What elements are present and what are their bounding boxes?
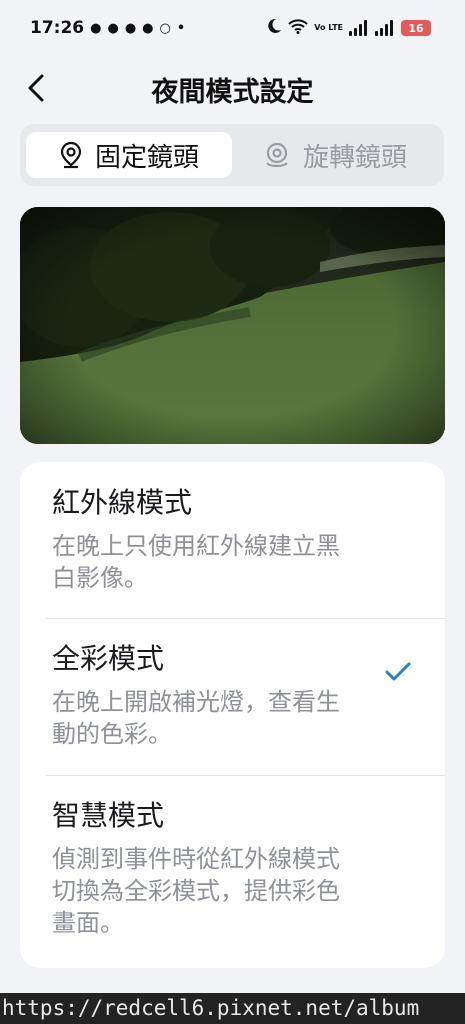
mode-option-infrared[interactable]: 紅外線模式 在晚上只使用紅外線建立黑 白影像。 [20, 484, 445, 618]
tab-fixed-camera-label: 固定鏡頭 [94, 142, 199, 173]
divider [46, 618, 445, 619]
status-bar: 17:26 ● ● ● ● ○ • Vo LTE 16 [0, 0, 465, 56]
mode-description: 在晚上開啟補光燈，查看生 動的色彩。 [52, 686, 413, 750]
mode-desc-line: 動的色彩。 [52, 720, 172, 748]
rotating-camera-icon [266, 142, 288, 168]
tab-fixed-camera[interactable]: 固定鏡頭 [26, 132, 232, 178]
mode-desc-line: 在晚上開啟補光燈，查看生 [52, 688, 340, 716]
camera-preview-image [20, 207, 445, 444]
checkmark-icon [385, 662, 411, 681]
status-right: Vo LTE 16 [266, 18, 431, 39]
messenger-icon: ● [142, 20, 154, 36]
page-title: 夜間模式設定 [151, 77, 314, 108]
mode-desc-line: 白影像。 [52, 564, 148, 592]
divider [46, 775, 445, 776]
facebook-icon: ● [90, 20, 102, 36]
signal-bars-icon [349, 20, 369, 36]
mode-title: 全彩模式 [52, 642, 165, 675]
mode-description: 偵測到事件時從紅外線模式 切換為全彩模式，提供彩色 畫面。 [52, 843, 413, 939]
volte-icon: Vo LTE [314, 23, 343, 32]
mode-option-smart[interactable]: 智慧模式 偵測到事件時從紅外線模式 切換為全彩模式，提供彩色 畫面。 [20, 797, 445, 967]
user-add-icon: ● [107, 20, 119, 36]
mode-title: 紅外線模式 [52, 486, 193, 519]
camera-type-tabs: 固定鏡頭 旋轉鏡頭 [20, 124, 444, 186]
tab-rotating-camera-label: 旋轉鏡頭 [302, 142, 407, 173]
header: 夜間模式設定 [0, 60, 465, 120]
mode-title: 智慧模式 [52, 799, 165, 832]
clock: 17:26 [30, 18, 85, 38]
location-pin-icon [60, 141, 82, 169]
battery-icon: 16 [401, 20, 431, 36]
watermark-url: https://redcell6.pixnet.net/album [0, 993, 465, 1024]
mode-desc-line: 畫面。 [52, 909, 124, 937]
messenger-outline-icon: ○ [159, 20, 171, 36]
night-mode-options: 紅外線模式 在晚上只使用紅外線建立黑 白影像。 全彩模式 在晚上開啟補光燈，查看… [20, 462, 445, 968]
mode-option-full-color[interactable]: 全彩模式 在晚上開啟補光燈，查看生 動的色彩。 [20, 640, 445, 774]
mode-desc-line: 在晚上只使用紅外線建立黑 [52, 532, 340, 560]
signal-bars-2-icon [375, 20, 395, 36]
status-left: 17:26 ● ● ● ● ○ • [30, 18, 185, 38]
moon-icon [266, 18, 282, 39]
mode-desc-line: 偵測到事件時從紅外線模式 [52, 845, 340, 873]
chat-icon: ● [124, 20, 137, 36]
more-notifications-dot-icon: • [176, 20, 186, 36]
wifi-icon [288, 18, 308, 38]
tab-rotating-camera[interactable]: 旋轉鏡頭 [232, 132, 438, 178]
mode-description: 在晚上只使用紅外線建立黑 白影像。 [52, 530, 413, 594]
mode-desc-line: 切換為全彩模式，提供彩色 [52, 877, 340, 905]
